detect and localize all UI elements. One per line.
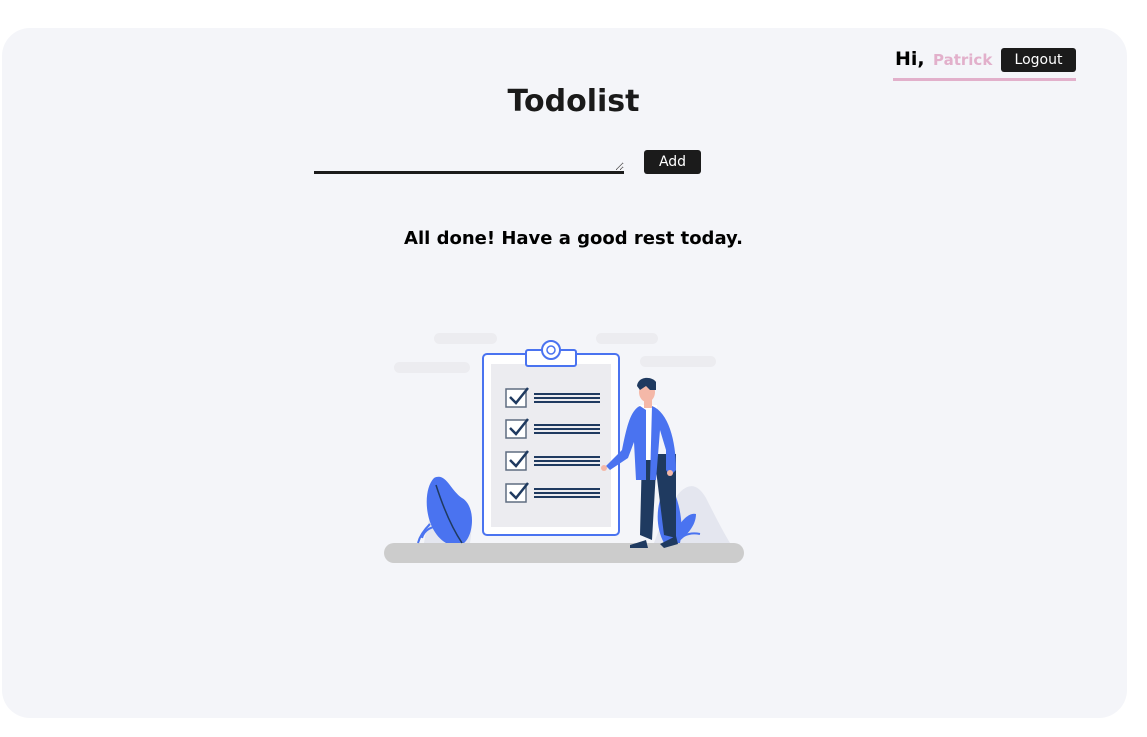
cloud-shape xyxy=(640,356,716,367)
cloud-shape xyxy=(434,333,497,344)
checkbox-icon xyxy=(505,450,529,471)
checkbox-icon xyxy=(505,418,529,439)
page-title: Todolist xyxy=(507,84,640,119)
empty-state-message: All done! Have a good rest today. xyxy=(404,228,743,249)
greeting-text: Hi, xyxy=(895,48,925,70)
username-text: Patrick xyxy=(933,51,993,69)
todo-input[interactable] xyxy=(314,146,624,174)
clipboard-icon xyxy=(482,340,620,536)
ground-shape xyxy=(384,543,744,563)
add-button[interactable]: Add xyxy=(644,150,701,174)
checkbox-icon xyxy=(505,387,529,408)
logout-button[interactable]: Logout xyxy=(1001,48,1076,72)
cloud-shape xyxy=(596,333,658,344)
all-done-illustration xyxy=(384,333,744,563)
user-bar: Hi, Patrick Logout xyxy=(893,46,1076,81)
cloud-shape xyxy=(394,362,470,373)
checkbox-icon xyxy=(505,482,529,503)
